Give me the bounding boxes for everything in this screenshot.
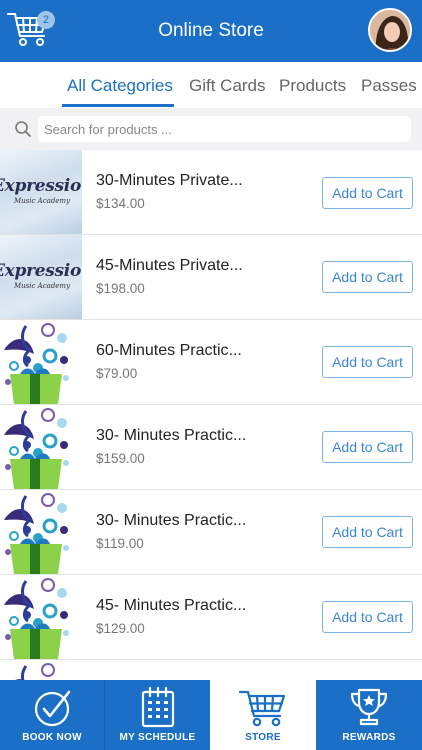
search-input[interactable] bbox=[38, 116, 411, 142]
product-name: 30-Minutes Private... bbox=[96, 172, 243, 189]
product-list: Expressions Music Academy 30-Minutes Pri… bbox=[0, 150, 422, 680]
product-row[interactable]: Expressions Music Academy 30-Minutes Pri… bbox=[0, 150, 422, 235]
tab-products[interactable]: Products bbox=[279, 76, 346, 96]
add-to-cart-button[interactable]: Add to Cart bbox=[322, 516, 413, 548]
music-gift-box-thumbnail bbox=[0, 660, 82, 680]
cart-icon bbox=[238, 690, 286, 727]
product-name: 45-Minutes Private... bbox=[96, 257, 243, 274]
nav-store[interactable]: STORE bbox=[210, 680, 316, 750]
add-to-cart-button[interactable]: Add to Cart bbox=[322, 177, 413, 209]
product-name: 30- Minutes Practic... bbox=[96, 427, 247, 444]
tab-gift-cards[interactable]: Gift Cards bbox=[189, 76, 266, 96]
expressions-logo-thumbnail: Expressions Music Academy bbox=[0, 150, 82, 234]
calendar-icon bbox=[141, 686, 174, 728]
search-bar bbox=[0, 108, 422, 150]
search-icon bbox=[15, 121, 31, 137]
product-price: $159.00 bbox=[96, 451, 145, 466]
product-row-partial[interactable] bbox=[0, 660, 422, 680]
add-to-cart-button[interactable]: Add to Cart bbox=[322, 431, 413, 463]
expressions-logo-thumbnail: Expressions Music Academy bbox=[0, 235, 82, 319]
music-gift-box-thumbnail bbox=[0, 490, 82, 574]
add-to-cart-button[interactable]: Add to Cart bbox=[322, 346, 413, 378]
product-row[interactable]: Expressions Music Academy 45-Minutes Pri… bbox=[0, 235, 422, 320]
nav-label: REWARDS bbox=[342, 732, 396, 743]
nav-book-now[interactable]: BOOK NOW bbox=[0, 680, 104, 750]
product-row[interactable]: 30- Minutes Practic... $119.00 Add to Ca… bbox=[0, 490, 422, 575]
nav-label: BOOK NOW bbox=[22, 732, 82, 743]
page-title: Online Store bbox=[158, 20, 264, 41]
product-row[interactable]: 60-Minutes Practic... $79.00 Add to Cart bbox=[0, 320, 422, 405]
user-avatar[interactable] bbox=[368, 8, 412, 52]
product-price: $134.00 bbox=[96, 196, 145, 211]
product-name: 30- Minutes Practic... bbox=[96, 512, 247, 529]
category-tabs: All Categories Gift Cards Products Passe… bbox=[0, 62, 422, 108]
active-tab-indicator bbox=[62, 104, 174, 107]
product-name: 60-Minutes Practic... bbox=[96, 342, 242, 359]
product-row[interactable]: 45- Minutes Practic... $129.00 Add to Ca… bbox=[0, 575, 422, 660]
music-gift-box-thumbnail bbox=[0, 405, 82, 489]
music-gift-box-thumbnail bbox=[0, 575, 82, 659]
product-price: $198.00 bbox=[96, 281, 145, 296]
checkmark-circle-icon bbox=[34, 690, 71, 727]
music-gift-box-thumbnail bbox=[0, 320, 82, 404]
nav-label: MY SCHEDULE bbox=[119, 732, 196, 743]
product-price: $119.00 bbox=[96, 536, 144, 551]
nav-label: STORE bbox=[245, 732, 281, 743]
product-price: $79.00 bbox=[96, 366, 138, 381]
product-row[interactable]: 30- Minutes Practic... $159.00 Add to Ca… bbox=[0, 405, 422, 490]
nav-my-schedule[interactable]: MY SCHEDULE bbox=[105, 680, 210, 750]
tab-all-categories[interactable]: All Categories bbox=[67, 76, 173, 96]
nav-rewards[interactable]: REWARDS bbox=[316, 680, 422, 750]
tab-passes[interactable]: Passes & bbox=[361, 76, 422, 96]
product-price: $129.00 bbox=[96, 621, 145, 636]
app-header: 2 Online Store bbox=[0, 0, 422, 62]
bottom-navigation: BOOK NOW MY SCHEDULE STORE REWARDS bbox=[0, 680, 422, 750]
add-to-cart-button[interactable]: Add to Cart bbox=[322, 261, 413, 293]
add-to-cart-button[interactable]: Add to Cart bbox=[322, 601, 413, 633]
trophy-icon bbox=[350, 688, 388, 726]
product-name: 45- Minutes Practic... bbox=[96, 597, 247, 614]
